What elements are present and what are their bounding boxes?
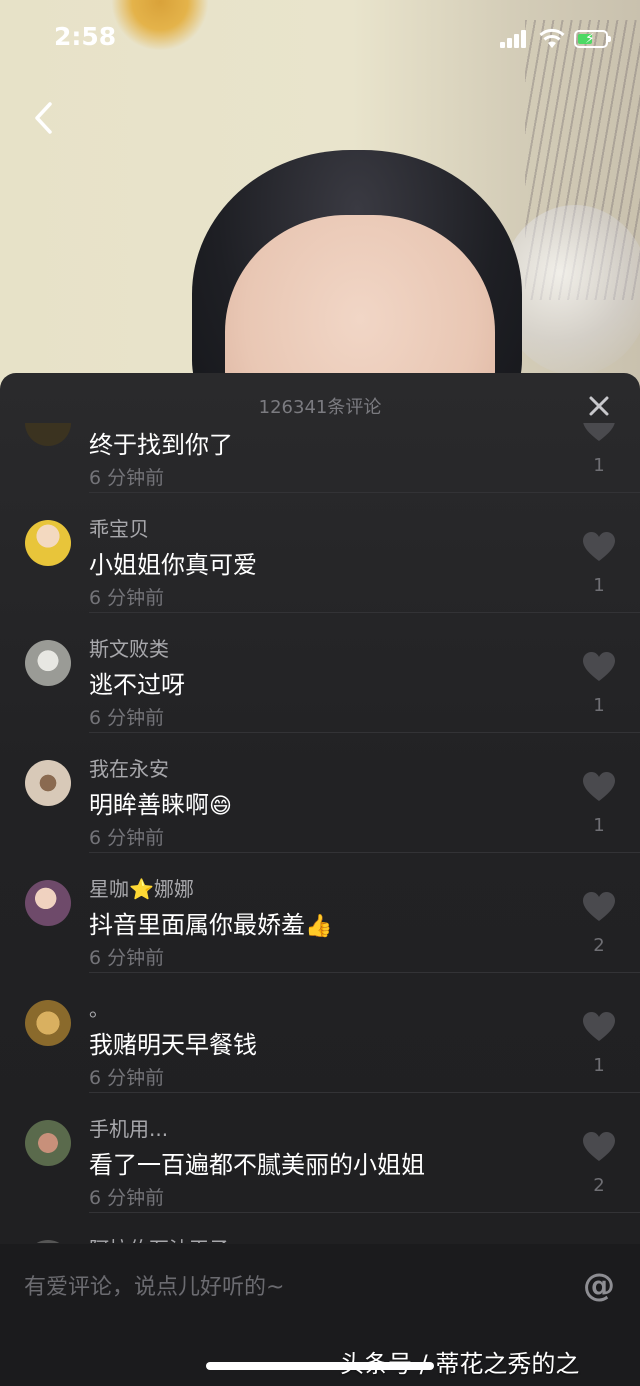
comment-username[interactable]: 星咖⭐娜娜 [89, 873, 194, 902]
comment-time: 6 分钟前 [89, 947, 165, 969]
comment-item: 星咖⭐娜娜 抖音里面属你最娇羞👍 6 分钟前 2 [0, 853, 640, 973]
comment-item: 手机用... 看了一百遍都不腻美丽的小姐姐 6 分钟前 2 [0, 1093, 640, 1213]
comment-list[interactable]: 终于找到你了 6 分钟前 1 乖宝贝 小姐姐你真可爱 6 分钟前 1 斯文败类 … [0, 423, 640, 1243]
like-count: 1 [593, 455, 605, 476]
comment-text: 明眸善睐啊😄 [89, 791, 232, 819]
comment-text: 逃不过呀 [89, 671, 185, 699]
avatar[interactable] [25, 1120, 71, 1166]
comment-time: 6 分钟前 [89, 707, 165, 729]
wifi-icon [539, 28, 565, 48]
close-icon[interactable] [586, 393, 612, 419]
like-heart-icon[interactable] [582, 1131, 616, 1163]
comment-time: 6 分钟前 [89, 587, 165, 609]
avatar[interactable] [25, 520, 71, 566]
avatar[interactable] [25, 1000, 71, 1046]
comment-text: 终于找到你了 [89, 431, 233, 459]
battery-icon: ⚡ [574, 30, 611, 48]
comment-text: 我赌明天早餐钱 [89, 1031, 257, 1059]
comment-username[interactable]: 。 [89, 993, 109, 1022]
mention-at-button[interactable]: @ [582, 1268, 616, 1302]
like-heart-icon[interactable] [582, 423, 616, 443]
like-count: 2 [593, 935, 605, 956]
comment-username[interactable]: 手机用... [89, 1113, 168, 1142]
comment-username[interactable]: 乖宝贝 [89, 513, 149, 542]
home-indicator[interactable] [206, 1362, 434, 1370]
avatar[interactable] [25, 640, 71, 686]
comment-time: 6 分钟前 [89, 1187, 165, 1209]
comment-count-title: 126341条评论 [258, 397, 382, 418]
like-heart-icon[interactable] [582, 891, 616, 923]
thumbs-up-emoji-icon: 👍 [305, 913, 333, 939]
like-count: 1 [593, 815, 605, 836]
avatar[interactable] [25, 760, 71, 806]
avatar[interactable] [25, 423, 71, 446]
like-heart-icon[interactable] [582, 1011, 616, 1043]
grinning-emoji-icon: 😄 [209, 793, 232, 819]
status-bar: 2:58 ⚡ [0, 0, 640, 80]
like-count: 1 [593, 575, 605, 596]
status-time: 2:58 [54, 22, 117, 51]
comment-item: 。 我赌明天早餐钱 6 分钟前 1 [0, 973, 640, 1093]
comment-text: 小姐姐你真可爱 [89, 551, 257, 579]
like-count: 1 [593, 695, 605, 716]
avatar[interactable] [25, 1240, 71, 1243]
like-heart-icon[interactable] [582, 531, 616, 563]
comment-username[interactable]: 斯文败类 [89, 633, 169, 662]
like-count: 2 [593, 1175, 605, 1196]
like-count: 1 [593, 1055, 605, 1076]
comment-time: 6 分钟前 [89, 467, 165, 489]
comment-item: 阿拉伯石油王子 [0, 1213, 640, 1243]
comment-input-bar: @ 头条号 / 蒂花之秀的之 [0, 1244, 640, 1386]
comment-time: 6 分钟前 [89, 827, 165, 849]
comment-username[interactable]: 阿拉伯石油王子 [89, 1233, 229, 1243]
cellular-signal-icon [500, 30, 532, 48]
comment-time: 6 分钟前 [89, 1067, 165, 1089]
comment-item: 乖宝贝 小姐姐你真可爱 6 分钟前 1 [0, 493, 640, 613]
back-chevron-icon[interactable] [28, 98, 62, 138]
comment-username[interactable]: 我在永安 [89, 753, 169, 782]
comment-item: 我在永安 明眸善睐啊😄 6 分钟前 1 [0, 733, 640, 853]
like-heart-icon[interactable] [582, 771, 616, 803]
comment-item: 斯文败类 逃不过呀 6 分钟前 1 [0, 613, 640, 733]
comment-panel: 126341条评论 终于找到你了 6 分钟前 1 乖宝贝 小姐姐你真可爱 6 分… [0, 373, 640, 1386]
comment-item: 终于找到你了 6 分钟前 1 [0, 423, 640, 493]
like-heart-icon[interactable] [582, 651, 616, 683]
comment-text: 看了一百遍都不腻美丽的小姐姐 [89, 1151, 425, 1179]
comment-text: 抖音里面属你最娇羞👍 [89, 911, 333, 939]
comment-input[interactable] [22, 1264, 566, 1310]
avatar[interactable] [25, 880, 71, 926]
star-emoji-icon: ⭐ [129, 877, 154, 901]
